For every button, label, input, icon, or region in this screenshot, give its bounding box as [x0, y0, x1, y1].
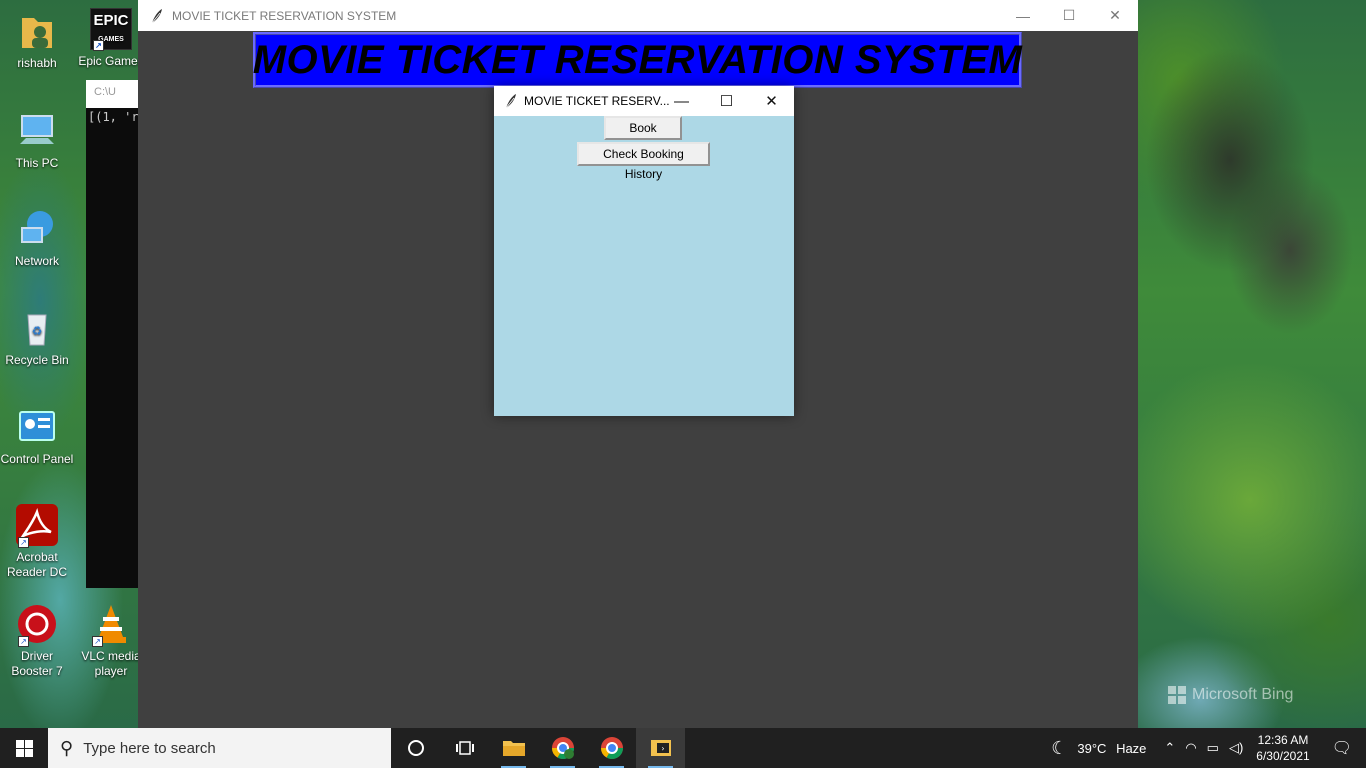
- computer-icon: [16, 110, 58, 152]
- tk-feather-icon: [148, 7, 166, 25]
- desktop-icon-control-panel[interactable]: Control Panel: [0, 406, 74, 467]
- svg-text:♻: ♻: [32, 324, 43, 338]
- file-explorer-icon: [502, 741, 525, 756]
- clock-date: 6/30/2021: [1256, 749, 1310, 763]
- desktop-icon-network[interactable]: Network: [0, 208, 74, 269]
- minimize-icon: —: [674, 92, 689, 110]
- network-globe-icon: [16, 208, 58, 250]
- shortcut-arrow-icon: ↗: [92, 636, 103, 647]
- tk-feather-icon: [502, 92, 520, 110]
- windows-logo-watermark-icon: [1168, 686, 1186, 704]
- epic-games-logo-text: EPIC: [93, 12, 129, 29]
- console-window[interactable]: C:\U [(1, 'r: [86, 80, 138, 588]
- recycle-bin-icon: ♻: [16, 307, 58, 349]
- bing-watermark-label: Microsoft Bing: [1192, 686, 1294, 703]
- system-clock[interactable]: 12:36 AM 6/30/2021: [1248, 732, 1317, 764]
- shortcut-arrow-icon: ↗: [18, 537, 29, 548]
- python-idle-button[interactable]: ›: [636, 728, 685, 768]
- desktop-icon-vlc[interactable]: ↗ VLC media player: [74, 603, 148, 679]
- epic-games-icon: EPIC GAMES ↗: [90, 8, 132, 51]
- desktop-icon-label: This PC: [15, 156, 59, 170]
- desktop-icon-label: Epic Games: [78, 54, 144, 68]
- minimize-button[interactable]: —: [1000, 0, 1046, 31]
- desktop-icon-label: rishabh: [17, 56, 57, 70]
- dialog-title: MOVIE TICKET RESERV...: [524, 94, 670, 108]
- svg-text:›: ›: [661, 744, 664, 753]
- task-view-button[interactable]: [440, 728, 489, 768]
- console-title: C:\U: [94, 86, 116, 98]
- wifi-icon[interactable]: ◠: [1180, 740, 1201, 756]
- search-placeholder: Type here to search: [83, 739, 216, 757]
- battery-icon[interactable]: ▭: [1202, 740, 1224, 756]
- system-tray: ☾ 39°C Haze ⌃ ◠ ▭ ◁) 12:36 AM 6/30/2021 …: [1046, 728, 1366, 768]
- acrobat-icon: ↗: [16, 504, 58, 548]
- maximize-button[interactable]: ☐: [1046, 0, 1092, 31]
- chrome-button[interactable]: [587, 728, 636, 768]
- chrome-profile-icon: [551, 737, 574, 759]
- desktop-icon-label: Control Panel: [0, 452, 74, 466]
- notification-center-icon[interactable]: 🗨: [1318, 738, 1366, 758]
- console-titlebar[interactable]: C:\U: [86, 80, 138, 108]
- weather-moon-icon[interactable]: ☾: [1046, 738, 1072, 759]
- desktop-icon-this-pc[interactable]: This PC: [0, 110, 74, 171]
- user-folder-icon: [16, 10, 58, 52]
- weather-widget[interactable]: 39°C Haze: [1072, 741, 1151, 756]
- start-button[interactable]: [0, 728, 48, 768]
- menu-dialog-window[interactable]: MOVIE TICKET RESERV... — ☐ ✕ Book Ticket…: [494, 86, 794, 416]
- weather-temp: 39°C: [1077, 740, 1107, 756]
- driver-booster-icon: ↗: [16, 603, 58, 647]
- banner-text: MOVIE TICKET RESERVATION SYSTEM: [252, 37, 1023, 82]
- main-window-title: MOVIE TICKET RESERVATION SYSTEM: [172, 8, 397, 23]
- task-view-icon: [455, 741, 474, 755]
- volume-icon[interactable]: ◁): [1224, 740, 1248, 756]
- windows-logo-icon: [15, 739, 33, 757]
- maximize-icon: ☐: [719, 93, 734, 110]
- file-explorer-button[interactable]: [489, 728, 538, 768]
- chevron-up-icon[interactable]: ⌃: [1159, 740, 1180, 756]
- bing-watermark: Microsoft Bing: [1168, 686, 1293, 704]
- vlc-cone-icon: ↗: [90, 603, 132, 647]
- desktop-icon-label: Recycle Bin: [5, 353, 69, 367]
- main-titlebar[interactable]: MOVIE TICKET RESERVATION SYSTEM — ☐ ✕: [138, 0, 1138, 31]
- desktop-icon-label: Driver Booster 7: [11, 649, 63, 678]
- dialog-close-button[interactable]: ✕: [749, 86, 794, 116]
- weather-condition: Haze: [1116, 740, 1147, 756]
- cortana-icon: [407, 740, 424, 756]
- chrome-icon: [600, 737, 623, 759]
- console-output: [(1, 'r: [88, 110, 138, 124]
- python-idle-icon: ›: [650, 740, 671, 756]
- desktop-icon-acrobat[interactable]: ↗ Acrobat Reader DC: [0, 504, 74, 580]
- close-button[interactable]: ✕: [1092, 0, 1138, 31]
- cortana-button[interactable]: [391, 728, 440, 768]
- shortcut-arrow-icon: ↗: [18, 636, 29, 647]
- dialog-minimize-button[interactable]: —: [659, 86, 704, 116]
- check-booking-history-button[interactable]: Check Booking History: [577, 142, 710, 181]
- close-icon: ✕: [1109, 7, 1121, 23]
- minimize-icon: —: [1016, 7, 1030, 24]
- taskbar: ⚲ Type here to search › ☾ 39°C Haze ⌃ ◠ …: [0, 728, 1366, 768]
- shortcut-arrow-icon: ↗: [93, 40, 104, 51]
- clock-time: 12:36 AM: [1257, 733, 1309, 747]
- desktop-icon-label: VLC media player: [81, 649, 141, 678]
- title-banner: MOVIE TICKET RESERVATION SYSTEM: [253, 32, 1022, 88]
- desktop-icon-label: Network: [14, 254, 59, 268]
- desktop-icon-rishabh[interactable]: rishabh: [0, 10, 74, 71]
- chrome-profile-button[interactable]: [538, 728, 587, 768]
- desktop-icon-label: Acrobat Reader DC: [6, 550, 68, 579]
- control-panel-icon: [16, 406, 58, 448]
- close-icon: ✕: [765, 93, 778, 110]
- dialog-titlebar[interactable]: MOVIE TICKET RESERV... — ☐ ✕: [494, 86, 794, 116]
- desktop-icon-epic-games[interactable]: EPIC GAMES ↗ Epic Games: [74, 8, 148, 69]
- desktop-icon-recycle-bin[interactable]: ♻ Recycle Bin: [0, 307, 74, 368]
- desktop-icon-driver-booster[interactable]: ↗ Driver Booster 7: [0, 603, 74, 679]
- maximize-icon: ☐: [1062, 7, 1076, 23]
- dialog-maximize-button[interactable]: ☐: [704, 86, 749, 116]
- book-tickets-button[interactable]: Book Tickets: [604, 116, 682, 155]
- taskbar-search-box[interactable]: ⚲ Type here to search: [48, 728, 391, 768]
- search-icon: ⚲: [60, 737, 74, 758]
